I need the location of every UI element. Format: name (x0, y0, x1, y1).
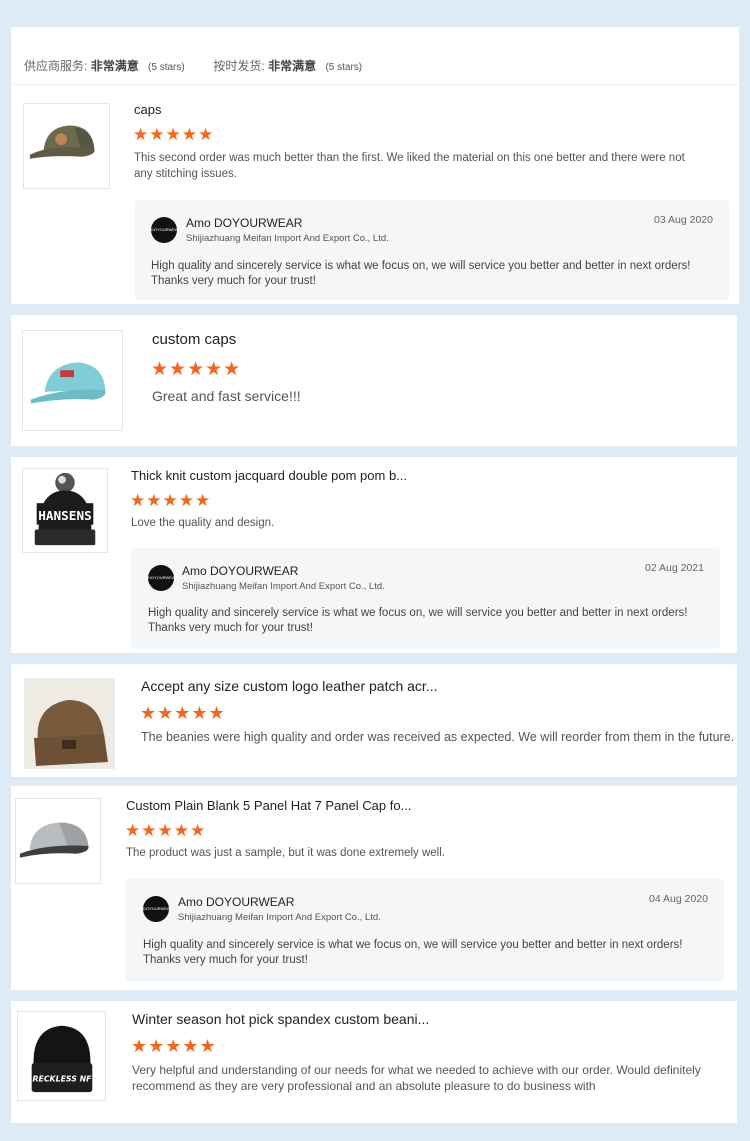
reply-company: Shijiazhuang Meifan Import And Export Co… (186, 233, 389, 244)
five-panel-cap-image (19, 822, 89, 858)
beanie-label-text: RECKLESS NF (32, 1074, 92, 1083)
product-title[interactable]: caps (134, 102, 161, 117)
supplier-reply: DOYOURWEAR Amo DOYOURWEAR Shijiazhuang M… (131, 548, 720, 649)
supplier-service-stars: (5 stars) (148, 62, 185, 73)
product-thumbnail[interactable] (24, 678, 115, 769)
product-thumbnail[interactable] (22, 330, 123, 431)
review-card-6: RECKLESS NF Winter season hot pick spand… (11, 1001, 737, 1123)
rating-summary: 供应商服务: 非常满意 (5 stars) 按时发货: 非常满意 (5 star… (24, 57, 362, 74)
star-rating: ★★★★★ (133, 125, 215, 144)
product-thumbnail[interactable]: HANSENS (22, 468, 108, 553)
reply-author: Amo DOYOURWEAR (178, 895, 295, 909)
review-card-3: HANSENS Thick knit custom jacquard doubl… (11, 457, 737, 653)
star-rating: ★★★★★ (131, 1036, 217, 1056)
trucker-cap-image (29, 125, 95, 159)
reply-date: 04 Aug 2020 (649, 893, 708, 905)
star-rating: ★★★★★ (130, 491, 212, 510)
on-time-shipping-label: 按时发货: (213, 59, 265, 73)
product-thumbnail[interactable] (23, 103, 110, 189)
supplier-reply: DOYOURWEAR Amo DOYOURWEAR Shijiazhuang M… (135, 200, 729, 300)
review-text: The product was just a sample, but it wa… (126, 847, 445, 859)
supplier-service-label: 供应商服务: (24, 59, 88, 73)
review-card-5: Custom Plain Blank 5 Panel Hat 7 Panel C… (11, 786, 737, 990)
supplier-reply: DOYOURWEAR Amo DOYOURWEAR Shijiazhuang M… (126, 879, 724, 982)
star-rating: ★★★★★ (140, 703, 226, 723)
supplier-logo: DOYOURWEAR (143, 896, 169, 922)
brown-beanie-image (24, 678, 115, 769)
product-title[interactable]: Custom Plain Blank 5 Panel Hat 7 Panel C… (126, 798, 411, 813)
star-rating: ★★★★★ (125, 821, 207, 840)
reply-date: 02 Aug 2021 (645, 562, 704, 574)
reply-company: Shijiazhuang Meifan Import And Export Co… (178, 912, 381, 923)
on-time-shipping-value: 非常满意 (268, 59, 317, 73)
product-title[interactable]: Winter season hot pick spandex custom be… (132, 1011, 429, 1027)
baseball-cap-image (30, 362, 106, 404)
review-text: Great and fast service!!! (152, 388, 301, 404)
reply-date: 03 Aug 2020 (654, 214, 713, 226)
review-text: Love the quality and design. (131, 517, 275, 529)
review-card-1: 供应商服务: 非常满意 (5 stars) 按时发货: 非常满意 (5 star… (11, 27, 739, 304)
supplier-logo: DOYOURWEAR (151, 217, 177, 243)
reply-text: High quality and sincerely service is wh… (148, 607, 688, 634)
star-rating: ★★★★★ (151, 359, 242, 380)
review-text: This second order was much better than t… (134, 152, 685, 180)
review-text: The beanies were high quality and order … (141, 730, 735, 744)
review-card-2: custom caps ★★★★★ Great and fast service… (11, 315, 737, 446)
reply-text: High quality and sincerely service is wh… (143, 939, 683, 966)
black-beanie-image: RECKLESS NF (31, 1025, 93, 1093)
product-title[interactable]: Thick knit custom jacquard double pom po… (131, 468, 407, 483)
product-thumbnail[interactable] (15, 798, 101, 884)
product-thumbnail[interactable]: RECKLESS NF (17, 1011, 106, 1101)
supplier-logo: DOYOURWEAR (148, 565, 174, 591)
reply-author: Amo DOYOURWEAR (186, 216, 303, 230)
product-title[interactable]: Accept any size custom logo leather patc… (141, 678, 438, 694)
supplier-service-value: 非常满意 (90, 59, 139, 73)
product-title[interactable]: custom caps (152, 331, 236, 348)
beanie-label-text: HANSENS (38, 508, 91, 523)
on-time-shipping-stars: (5 stars) (325, 62, 363, 73)
review-text: Very helpful and understanding of our ne… (132, 1063, 701, 1093)
divider (11, 84, 739, 85)
pom-pom-beanie-image: HANSENS (34, 472, 96, 546)
reply-company: Shijiazhuang Meifan Import And Export Co… (182, 581, 385, 592)
reply-author: Amo DOYOURWEAR (182, 564, 299, 578)
reply-text: High quality and sincerely service is wh… (151, 260, 691, 287)
review-card-4: Accept any size custom logo leather patc… (11, 664, 737, 777)
